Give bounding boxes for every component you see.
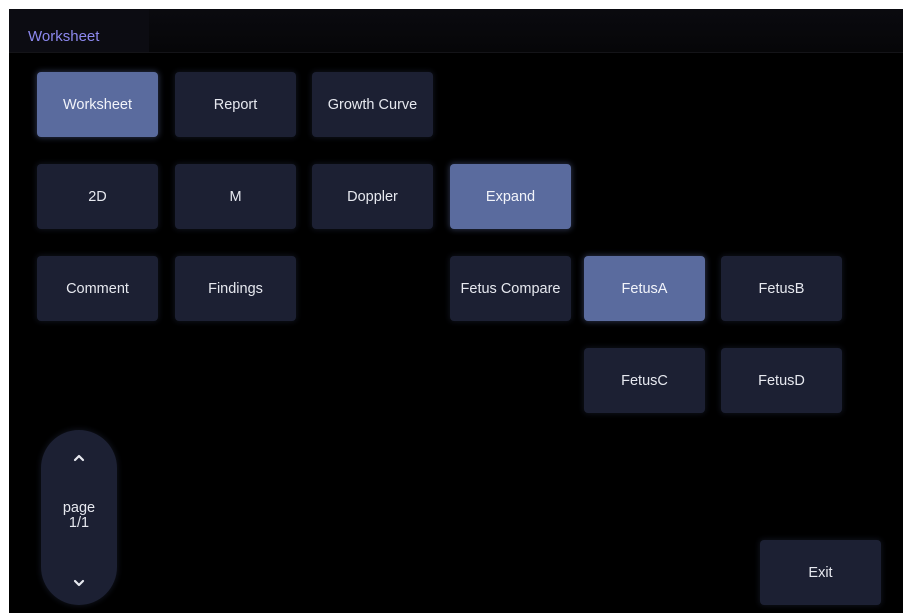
chevron-up-icon[interactable] — [69, 448, 89, 468]
fetus-b-button[interactable]: FetusB — [721, 256, 842, 321]
tab-worksheet[interactable]: Worksheet — [37, 72, 158, 137]
mode-2d-button[interactable]: 2D — [37, 164, 158, 229]
mode-doppler-button[interactable]: Doppler — [312, 164, 433, 229]
worksheet-screen: Worksheet Worksheet Report Growth Curve … — [9, 9, 903, 613]
comment-button[interactable]: Comment — [37, 256, 158, 321]
mode-m-button[interactable]: M — [175, 164, 296, 229]
page-value: 1/1 — [68, 515, 90, 531]
findings-button[interactable]: Findings — [175, 256, 296, 321]
exit-button[interactable]: Exit — [760, 540, 881, 605]
page-indicator: page 1/1 — [41, 501, 117, 531]
fetus-a-button[interactable]: FetusA — [584, 256, 705, 321]
title-tab: Worksheet — [9, 9, 149, 52]
tab-growth-curve[interactable]: Growth Curve — [312, 72, 433, 137]
fetus-c-button[interactable]: FetusC — [584, 348, 705, 413]
tab-report[interactable]: Report — [175, 72, 296, 137]
title-bar: Worksheet — [9, 9, 903, 53]
page-label: page — [62, 500, 96, 516]
fetus-d-button[interactable]: FetusD — [721, 348, 842, 413]
chevron-down-icon[interactable] — [69, 573, 89, 593]
expand-button[interactable]: Expand — [450, 164, 571, 229]
page-title: Worksheet — [28, 28, 100, 45]
page-navigator: page 1/1 — [41, 430, 117, 605]
fetus-compare-button[interactable]: Fetus Compare — [450, 256, 571, 321]
